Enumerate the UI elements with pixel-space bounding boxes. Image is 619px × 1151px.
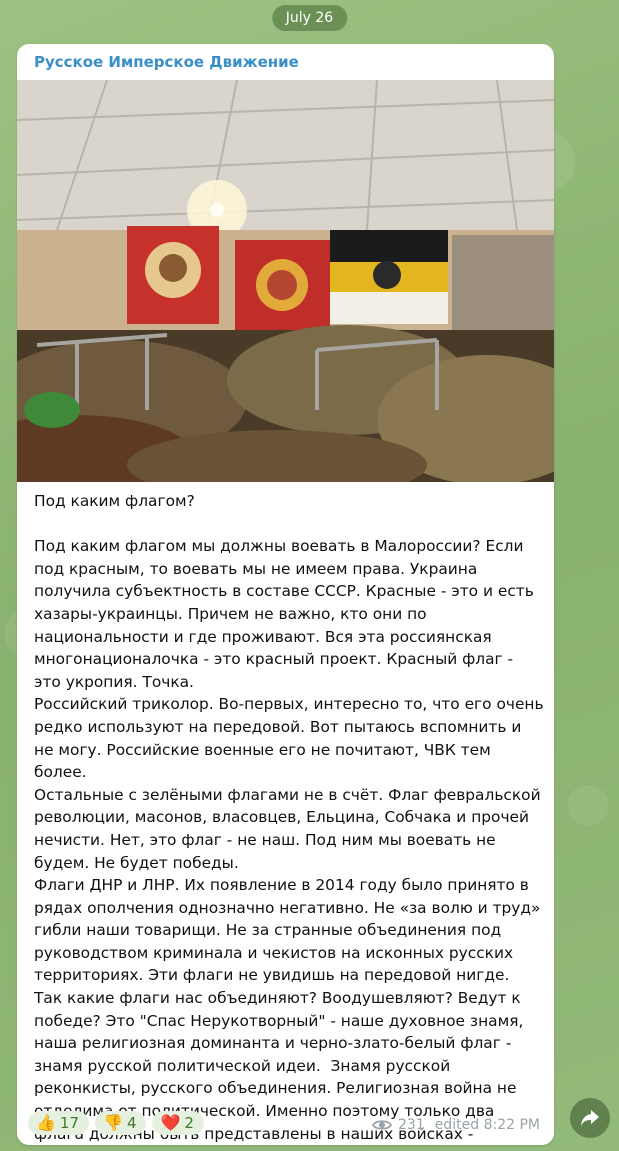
thumbs-up-icon: 👍 — [36, 1113, 56, 1132]
heart-icon: ❤️ — [160, 1113, 181, 1132]
reaction-thumbs-down[interactable]: 👎 4 — [95, 1111, 147, 1135]
reaction-heart[interactable]: ❤️ 2 — [152, 1111, 204, 1135]
message-text: Под каким флагом? Под каким флагом мы до… — [34, 492, 544, 1143]
reaction-thumbs-up[interactable]: 👍 17 — [28, 1111, 90, 1135]
reaction-count: 17 — [59, 1114, 80, 1132]
view-count: 231 — [398, 1117, 425, 1133]
edited-timestamp: edited 8:22 PM — [434, 1117, 540, 1133]
date-separator: July 26 — [271, 5, 348, 31]
eye-icon — [372, 1120, 393, 1130]
share-button[interactable] — [570, 1098, 610, 1138]
thumbs-down-icon: 👎 — [103, 1113, 123, 1132]
reaction-count: 4 — [126, 1114, 137, 1132]
reactions-bar: 👍 17 👎 4 ❤️ 2 — [28, 1111, 204, 1135]
message-photo[interactable] — [17, 80, 554, 482]
barracks-photo-image — [17, 80, 554, 482]
message-bubble: Русское Имперское Движение Под каким фла… — [17, 44, 554, 1145]
channel-name[interactable]: Русское Имперское Движение — [34, 53, 299, 71]
share-arrow-icon — [581, 1110, 599, 1126]
reaction-count: 2 — [184, 1114, 194, 1132]
message-meta: 231 edited 8:22 PM — [372, 1117, 540, 1133]
